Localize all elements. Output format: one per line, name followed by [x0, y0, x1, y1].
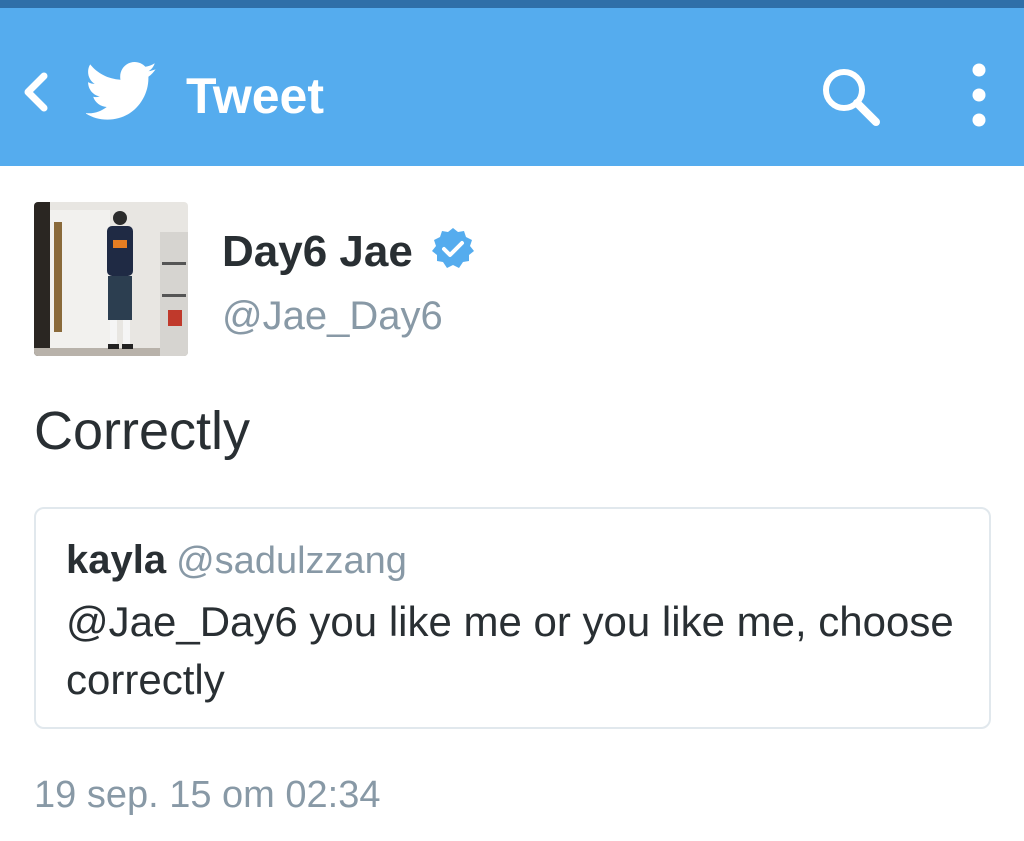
tweet-timestamp: 19 sep. 15 om 02:34 — [34, 774, 381, 816]
author-name-row: Day6 Jae — [222, 224, 475, 280]
quoted-author-name: kayla — [66, 538, 167, 582]
chevron-left-icon[interactable] — [18, 70, 54, 114]
author-name[interactable]: Day6 Jae — [222, 227, 413, 276]
quoted-author-handle: @sadulzzang — [176, 540, 407, 582]
more-vertical-icon[interactable] — [962, 60, 996, 132]
author-handle[interactable]: @Jae_Day6 — [222, 290, 443, 342]
avatar[interactable] — [34, 202, 188, 356]
quoted-tweet-text: @Jae_Day6 you like me or you like me, ch… — [66, 598, 954, 703]
status-strip — [0, 0, 1024, 8]
tweet-text: Correctly — [34, 401, 251, 461]
app-bar: Tweet — [0, 8, 1024, 166]
quoted-tweet-header: kayla @sadulzzang — [66, 537, 407, 592]
verified-badge-icon — [431, 228, 474, 268]
twitter-bird-icon — [86, 62, 157, 120]
page-title: Tweet — [186, 68, 324, 124]
quoted-tweet-card[interactable]: kayla @sadulzzang @Jae_Day6 you like me o… — [34, 507, 991, 729]
search-icon[interactable] — [818, 64, 884, 130]
